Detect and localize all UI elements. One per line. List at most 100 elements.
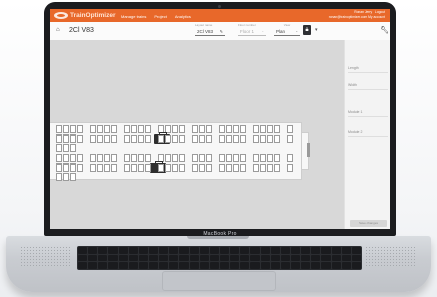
save-button[interactable]: Save changes bbox=[350, 220, 387, 227]
seat[interactable] bbox=[253, 125, 259, 133]
seat[interactable] bbox=[97, 135, 103, 143]
seat[interactable] bbox=[179, 164, 185, 172]
seat[interactable] bbox=[97, 125, 103, 133]
seat[interactable] bbox=[90, 135, 96, 143]
seat[interactable] bbox=[104, 135, 110, 143]
seat[interactable] bbox=[240, 164, 246, 172]
seat[interactable] bbox=[233, 154, 239, 162]
seat[interactable] bbox=[104, 164, 110, 172]
home-icon[interactable]: ⌂ bbox=[56, 27, 60, 33]
seat[interactable] bbox=[192, 135, 198, 143]
seat[interactable] bbox=[111, 164, 117, 172]
seat[interactable] bbox=[63, 135, 69, 143]
seat[interactable] bbox=[70, 125, 76, 133]
seat[interactable] bbox=[138, 154, 144, 162]
seat[interactable] bbox=[233, 125, 239, 133]
seat[interactable] bbox=[70, 154, 76, 162]
seat[interactable] bbox=[226, 135, 232, 143]
seat[interactable] bbox=[206, 125, 212, 133]
seat[interactable] bbox=[192, 125, 198, 133]
view-select[interactable]: Plan ⌄ bbox=[274, 28, 300, 36]
seat[interactable] bbox=[206, 154, 212, 162]
seat[interactable] bbox=[287, 125, 293, 133]
seat[interactable] bbox=[124, 154, 130, 162]
seat[interactable] bbox=[63, 173, 69, 181]
seat[interactable] bbox=[172, 135, 178, 143]
seat[interactable] bbox=[267, 125, 273, 133]
seat[interactable] bbox=[124, 125, 130, 133]
seat[interactable] bbox=[124, 135, 130, 143]
seat[interactable] bbox=[131, 125, 137, 133]
panel-field-length[interactable]: Length bbox=[348, 66, 388, 73]
seat[interactable] bbox=[267, 154, 273, 162]
seat[interactable] bbox=[274, 154, 280, 162]
seat[interactable] bbox=[70, 135, 76, 143]
seat[interactable] bbox=[138, 135, 144, 143]
seat[interactable] bbox=[63, 164, 69, 172]
seat[interactable] bbox=[131, 135, 137, 143]
seat[interactable] bbox=[165, 135, 171, 143]
floor-select[interactable]: Floor 1 ⌄ bbox=[238, 28, 266, 36]
seat[interactable] bbox=[274, 164, 280, 172]
seat[interactable] bbox=[253, 164, 259, 172]
seat[interactable] bbox=[179, 135, 185, 143]
seat[interactable] bbox=[56, 144, 62, 152]
seat[interactable] bbox=[172, 164, 178, 172]
seat[interactable] bbox=[233, 135, 239, 143]
seat[interactable] bbox=[77, 125, 83, 133]
seat[interactable] bbox=[267, 164, 273, 172]
layout-name-input[interactable]: 2Cl V83 ✎ bbox=[195, 28, 225, 36]
seat[interactable] bbox=[90, 125, 96, 133]
seat[interactable] bbox=[56, 164, 62, 172]
seat[interactable] bbox=[287, 154, 293, 162]
seat[interactable] bbox=[158, 164, 164, 172]
seat[interactable] bbox=[131, 154, 137, 162]
panel-field-module-2[interactable]: Module 2 bbox=[348, 130, 388, 137]
seat[interactable] bbox=[274, 135, 280, 143]
view-field[interactable]: View Plan ⌄ bbox=[274, 23, 300, 36]
seat[interactable] bbox=[56, 173, 62, 181]
seat[interactable] bbox=[138, 125, 144, 133]
nav-project[interactable]: Project bbox=[154, 14, 166, 19]
seat[interactable] bbox=[199, 164, 205, 172]
seat[interactable] bbox=[111, 135, 117, 143]
seat[interactable] bbox=[179, 154, 185, 162]
seat[interactable] bbox=[63, 125, 69, 133]
floor-field[interactable]: Floor number Floor 1 ⌄ bbox=[238, 23, 266, 36]
seat[interactable] bbox=[260, 164, 266, 172]
seat[interactable] bbox=[240, 125, 246, 133]
seat[interactable] bbox=[70, 173, 76, 181]
nav-manage-trains[interactable]: Manage trains bbox=[121, 14, 146, 19]
seat[interactable] bbox=[90, 164, 96, 172]
seat[interactable] bbox=[104, 154, 110, 162]
nav-analytics[interactable]: Analytics bbox=[175, 14, 191, 19]
seat[interactable] bbox=[226, 164, 232, 172]
seat[interactable] bbox=[56, 154, 62, 162]
seat[interactable] bbox=[260, 135, 266, 143]
seat[interactable] bbox=[145, 164, 151, 172]
brand-name[interactable]: TrainOptimizer bbox=[70, 12, 116, 19]
panel-field-width[interactable]: Width bbox=[348, 83, 388, 90]
seat[interactable] bbox=[253, 135, 259, 143]
seat[interactable] bbox=[219, 125, 225, 133]
seat[interactable] bbox=[56, 125, 62, 133]
lock-button[interactable]: 🔒︎ bbox=[303, 25, 311, 35]
seat[interactable] bbox=[77, 164, 83, 172]
seat[interactable] bbox=[253, 154, 259, 162]
seat[interactable] bbox=[287, 164, 293, 172]
seat[interactable] bbox=[70, 164, 76, 172]
seat[interactable] bbox=[138, 164, 144, 172]
wrench-icon[interactable]: 🔧︎ bbox=[380, 26, 389, 34]
seat[interactable] bbox=[111, 125, 117, 133]
seat[interactable] bbox=[199, 154, 205, 162]
seat[interactable] bbox=[240, 154, 246, 162]
seat[interactable] bbox=[199, 135, 205, 143]
seat[interactable] bbox=[199, 125, 205, 133]
seat[interactable] bbox=[131, 164, 137, 172]
panel-field-module-1[interactable]: Module 1 bbox=[348, 110, 388, 117]
seat[interactable] bbox=[219, 135, 225, 143]
brand-logo[interactable] bbox=[54, 12, 68, 19]
layout-canvas[interactable] bbox=[50, 40, 344, 229]
seat[interactable] bbox=[56, 135, 62, 143]
seat[interactable] bbox=[90, 154, 96, 162]
